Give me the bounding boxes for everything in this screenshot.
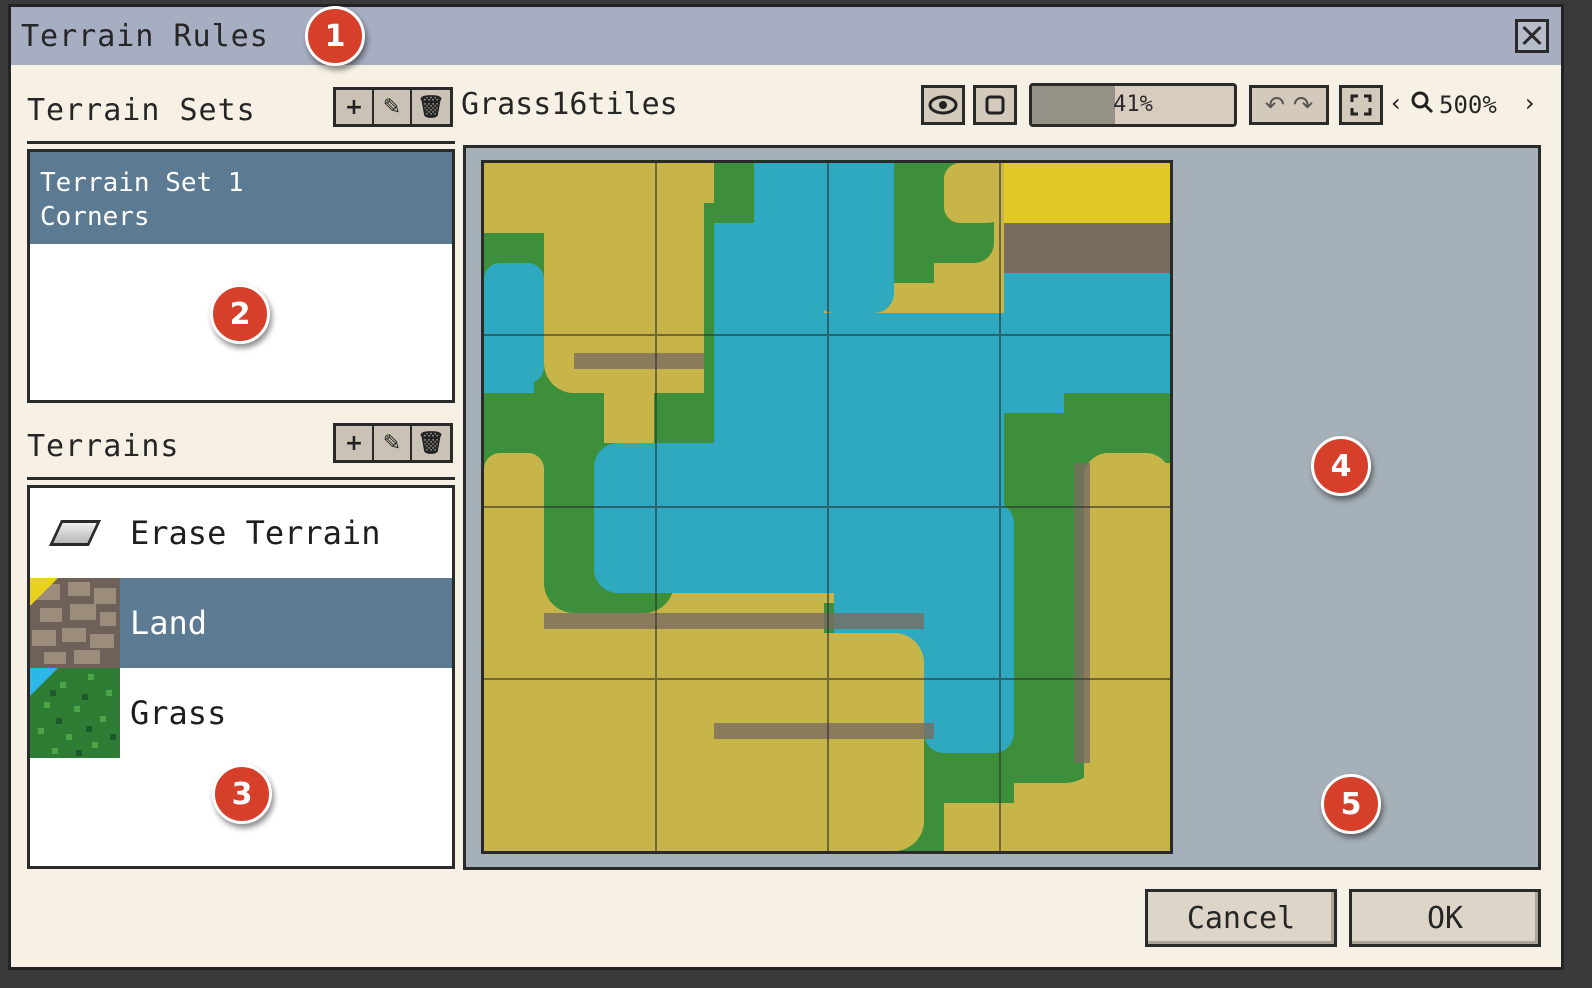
undo-redo-buttons: ↶ ↷: [1249, 85, 1329, 125]
terrain-item-grass[interactable]: Grass: [30, 668, 452, 758]
chevron-right-icon[interactable]: ›: [1525, 89, 1535, 117]
zoom-level: 500%: [1439, 91, 1497, 119]
fit-icon[interactable]: [1339, 85, 1383, 125]
divider: [27, 477, 455, 480]
close-icon[interactable]: [1515, 19, 1549, 53]
add-terrain-set-button[interactable]: +: [336, 90, 374, 124]
callout-marker: 4: [1311, 436, 1371, 496]
terrain-set-type: Corners: [40, 202, 150, 232]
callout-marker: 3: [212, 764, 272, 824]
plus-icon: +: [344, 430, 364, 456]
chevron-left-icon[interactable]: ‹: [1391, 89, 1401, 117]
callout-marker: 2: [210, 284, 270, 344]
trash-icon: 🗑: [417, 430, 445, 456]
terrains-toolbar: + ✎ 🗑: [333, 423, 453, 463]
undo-icon[interactable]: ↶: [1265, 91, 1285, 119]
cancel-button[interactable]: Cancel: [1145, 889, 1337, 947]
grass-swatch: [30, 668, 120, 758]
terrain-sets-list[interactable]: Terrain Set 1 Corners: [27, 149, 455, 403]
land-swatch: [30, 578, 120, 668]
terrain-set-name: Terrain Set 1: [40, 168, 244, 198]
terrain-item-land[interactable]: Land: [30, 578, 452, 668]
delete-terrain-button[interactable]: 🗑: [412, 426, 450, 460]
add-terrain-button[interactable]: +: [336, 426, 374, 460]
terrain-item-erase[interactable]: Erase Terrain: [30, 488, 452, 578]
plus-icon: +: [344, 94, 364, 120]
divider: [27, 141, 455, 144]
terrains-label: Terrains: [27, 429, 180, 464]
terrain-set-item[interactable]: Terrain Set 1 Corners: [30, 152, 452, 244]
eye-icon[interactable]: [921, 85, 965, 125]
trash-icon: 🗑: [417, 94, 445, 120]
terrain-sets-toolbar: + ✎ 🗑: [333, 87, 453, 127]
tileset-name: Grass16tiles: [461, 87, 678, 122]
terrain-label: Erase Terrain: [130, 514, 381, 552]
pencil-icon: ✎: [382, 94, 402, 120]
callout-marker: 5: [1321, 774, 1381, 834]
tilesheet-image[interactable]: [481, 160, 1173, 854]
eraser-icon: [30, 488, 120, 578]
tileset-viewport[interactable]: [463, 145, 1541, 870]
terrain-sets-label: Terrain Sets: [27, 93, 256, 128]
title-bar[interactable]: Terrain Rules: [11, 7, 1561, 65]
progress-text: 41%: [1113, 92, 1153, 117]
delete-terrain-set-button[interactable]: 🗑: [412, 90, 450, 124]
redo-icon[interactable]: ↷: [1293, 91, 1313, 119]
dialog-title: Terrain Rules: [21, 19, 269, 54]
callout-marker: 1: [305, 6, 365, 66]
progress-bar: 41%: [1029, 83, 1237, 127]
terrain-label: Grass: [130, 694, 227, 732]
pencil-icon: ✎: [382, 430, 402, 456]
ok-button[interactable]: OK: [1349, 889, 1541, 947]
stop-icon[interactable]: [973, 85, 1017, 125]
edit-terrain-button[interactable]: ✎: [374, 426, 412, 460]
terrain-label: Land: [130, 604, 208, 642]
zoom-icon[interactable]: [1409, 89, 1435, 119]
edit-terrain-set-button[interactable]: ✎: [374, 90, 412, 124]
